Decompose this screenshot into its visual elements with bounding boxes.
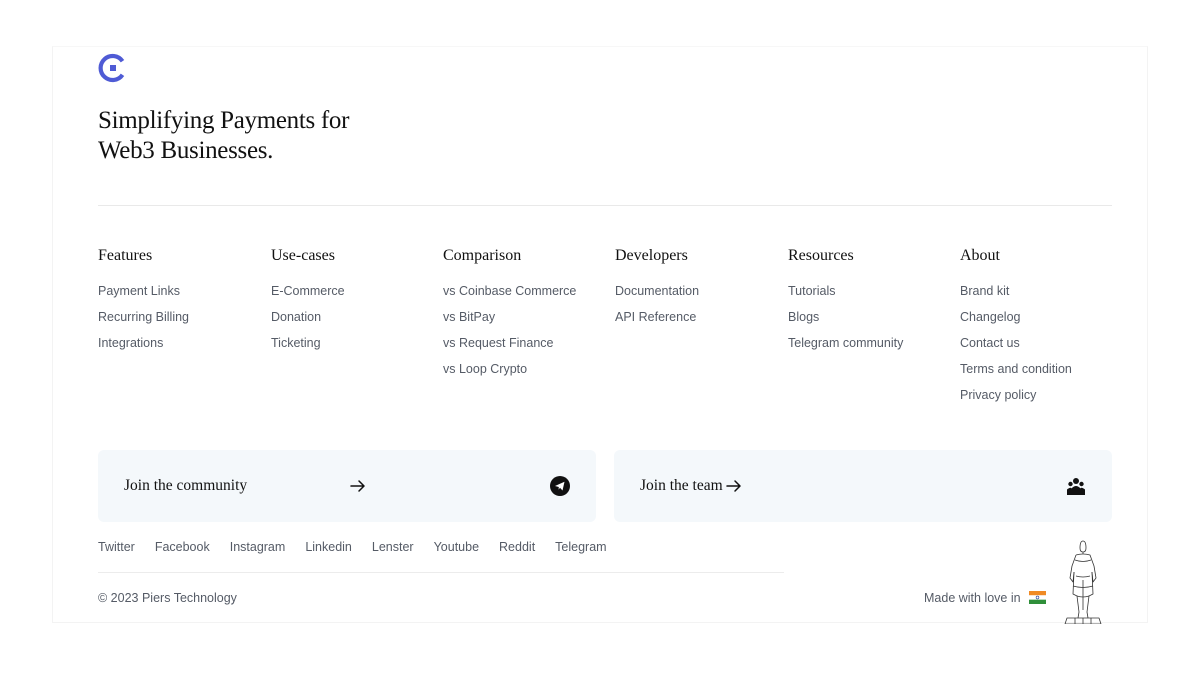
link-vs-loop-crypto[interactable]: vs Loop Crypto [443, 362, 527, 376]
link-recurring-billing[interactable]: Recurring Billing [98, 310, 189, 324]
made-with-love-text: Made with love in [924, 591, 1021, 605]
india-flag-icon [1029, 591, 1046, 604]
team-icon [1067, 478, 1085, 495]
bottom-divider [98, 572, 784, 573]
link-changelog[interactable]: Changelog [960, 310, 1020, 324]
social-telegram[interactable]: Telegram [555, 540, 606, 554]
footer-column-use-cases: Use-cases E-Commerce Donation Ticketing [271, 246, 345, 362]
statue-illustration [1064, 540, 1102, 624]
footer-column-developers: Developers Documentation API Reference [615, 246, 699, 336]
arrow-right-icon [726, 480, 741, 492]
link-donation[interactable]: Donation [271, 310, 321, 324]
footer-column-resources: Resources Tutorials Blogs Telegram commu… [788, 246, 903, 362]
link-vs-request-finance[interactable]: vs Request Finance [443, 336, 553, 350]
social-facebook[interactable]: Facebook [155, 540, 210, 554]
top-divider [98, 205, 1112, 206]
column-title: Resources [788, 247, 854, 264]
link-terms-and-condition[interactable]: Terms and condition [960, 362, 1072, 376]
column-title: Features [98, 247, 153, 264]
join-community-card[interactable]: Join the community [98, 450, 596, 522]
link-tutorials[interactable]: Tutorials [788, 284, 835, 298]
join-team-label: Join the team [640, 477, 723, 494]
link-blogs[interactable]: Blogs [788, 310, 819, 324]
copyright-text: © 2023 Piers Technology [98, 591, 237, 605]
link-brand-kit[interactable]: Brand kit [960, 284, 1009, 298]
footer-column-features: Features Payment Links Recurring Billing… [98, 246, 189, 362]
link-ticketing[interactable]: Ticketing [271, 336, 321, 350]
social-lenster[interactable]: Lenster [372, 540, 414, 554]
link-integrations[interactable]: Integrations [98, 336, 163, 350]
footer-column-about: About Brand kit Changelog Contact us Ter… [960, 246, 1072, 414]
column-title: Comparison [443, 247, 522, 264]
link-telegram-community[interactable]: Telegram community [788, 336, 903, 350]
telegram-icon [550, 476, 570, 496]
social-reddit[interactable]: Reddit [499, 540, 535, 554]
link-privacy-policy[interactable]: Privacy policy [960, 388, 1036, 402]
column-title: Developers [615, 247, 688, 264]
column-title: Use-cases [271, 247, 335, 264]
link-api-reference[interactable]: API Reference [615, 310, 696, 324]
link-vs-bitpay[interactable]: vs BitPay [443, 310, 495, 324]
social-youtube[interactable]: Youtube [434, 540, 479, 554]
join-community-label: Join the community [124, 477, 248, 494]
link-documentation[interactable]: Documentation [615, 284, 699, 298]
link-e-commerce[interactable]: E-Commerce [271, 284, 345, 298]
brand-tagline: Simplifying Payments for Web3 Businesses… [98, 107, 350, 164]
link-payment-links[interactable]: Payment Links [98, 284, 180, 298]
arrow-right-icon [350, 480, 365, 492]
social-twitter[interactable]: Twitter [98, 540, 135, 554]
footer-column-comparison: Comparison vs Coinbase Commerce vs BitPa… [443, 246, 576, 388]
join-team-card[interactable]: Join the team [614, 450, 1112, 522]
social-links: Twitter Facebook Instagram Linkedin Lens… [98, 540, 607, 554]
link-contact-us[interactable]: Contact us [960, 336, 1020, 350]
link-vs-coinbase-commerce[interactable]: vs Coinbase Commerce [443, 284, 576, 298]
brand-logo-icon[interactable] [98, 53, 128, 83]
social-instagram[interactable]: Instagram [230, 540, 286, 554]
column-title: About [960, 247, 1000, 264]
social-linkedin[interactable]: Linkedin [305, 540, 352, 554]
